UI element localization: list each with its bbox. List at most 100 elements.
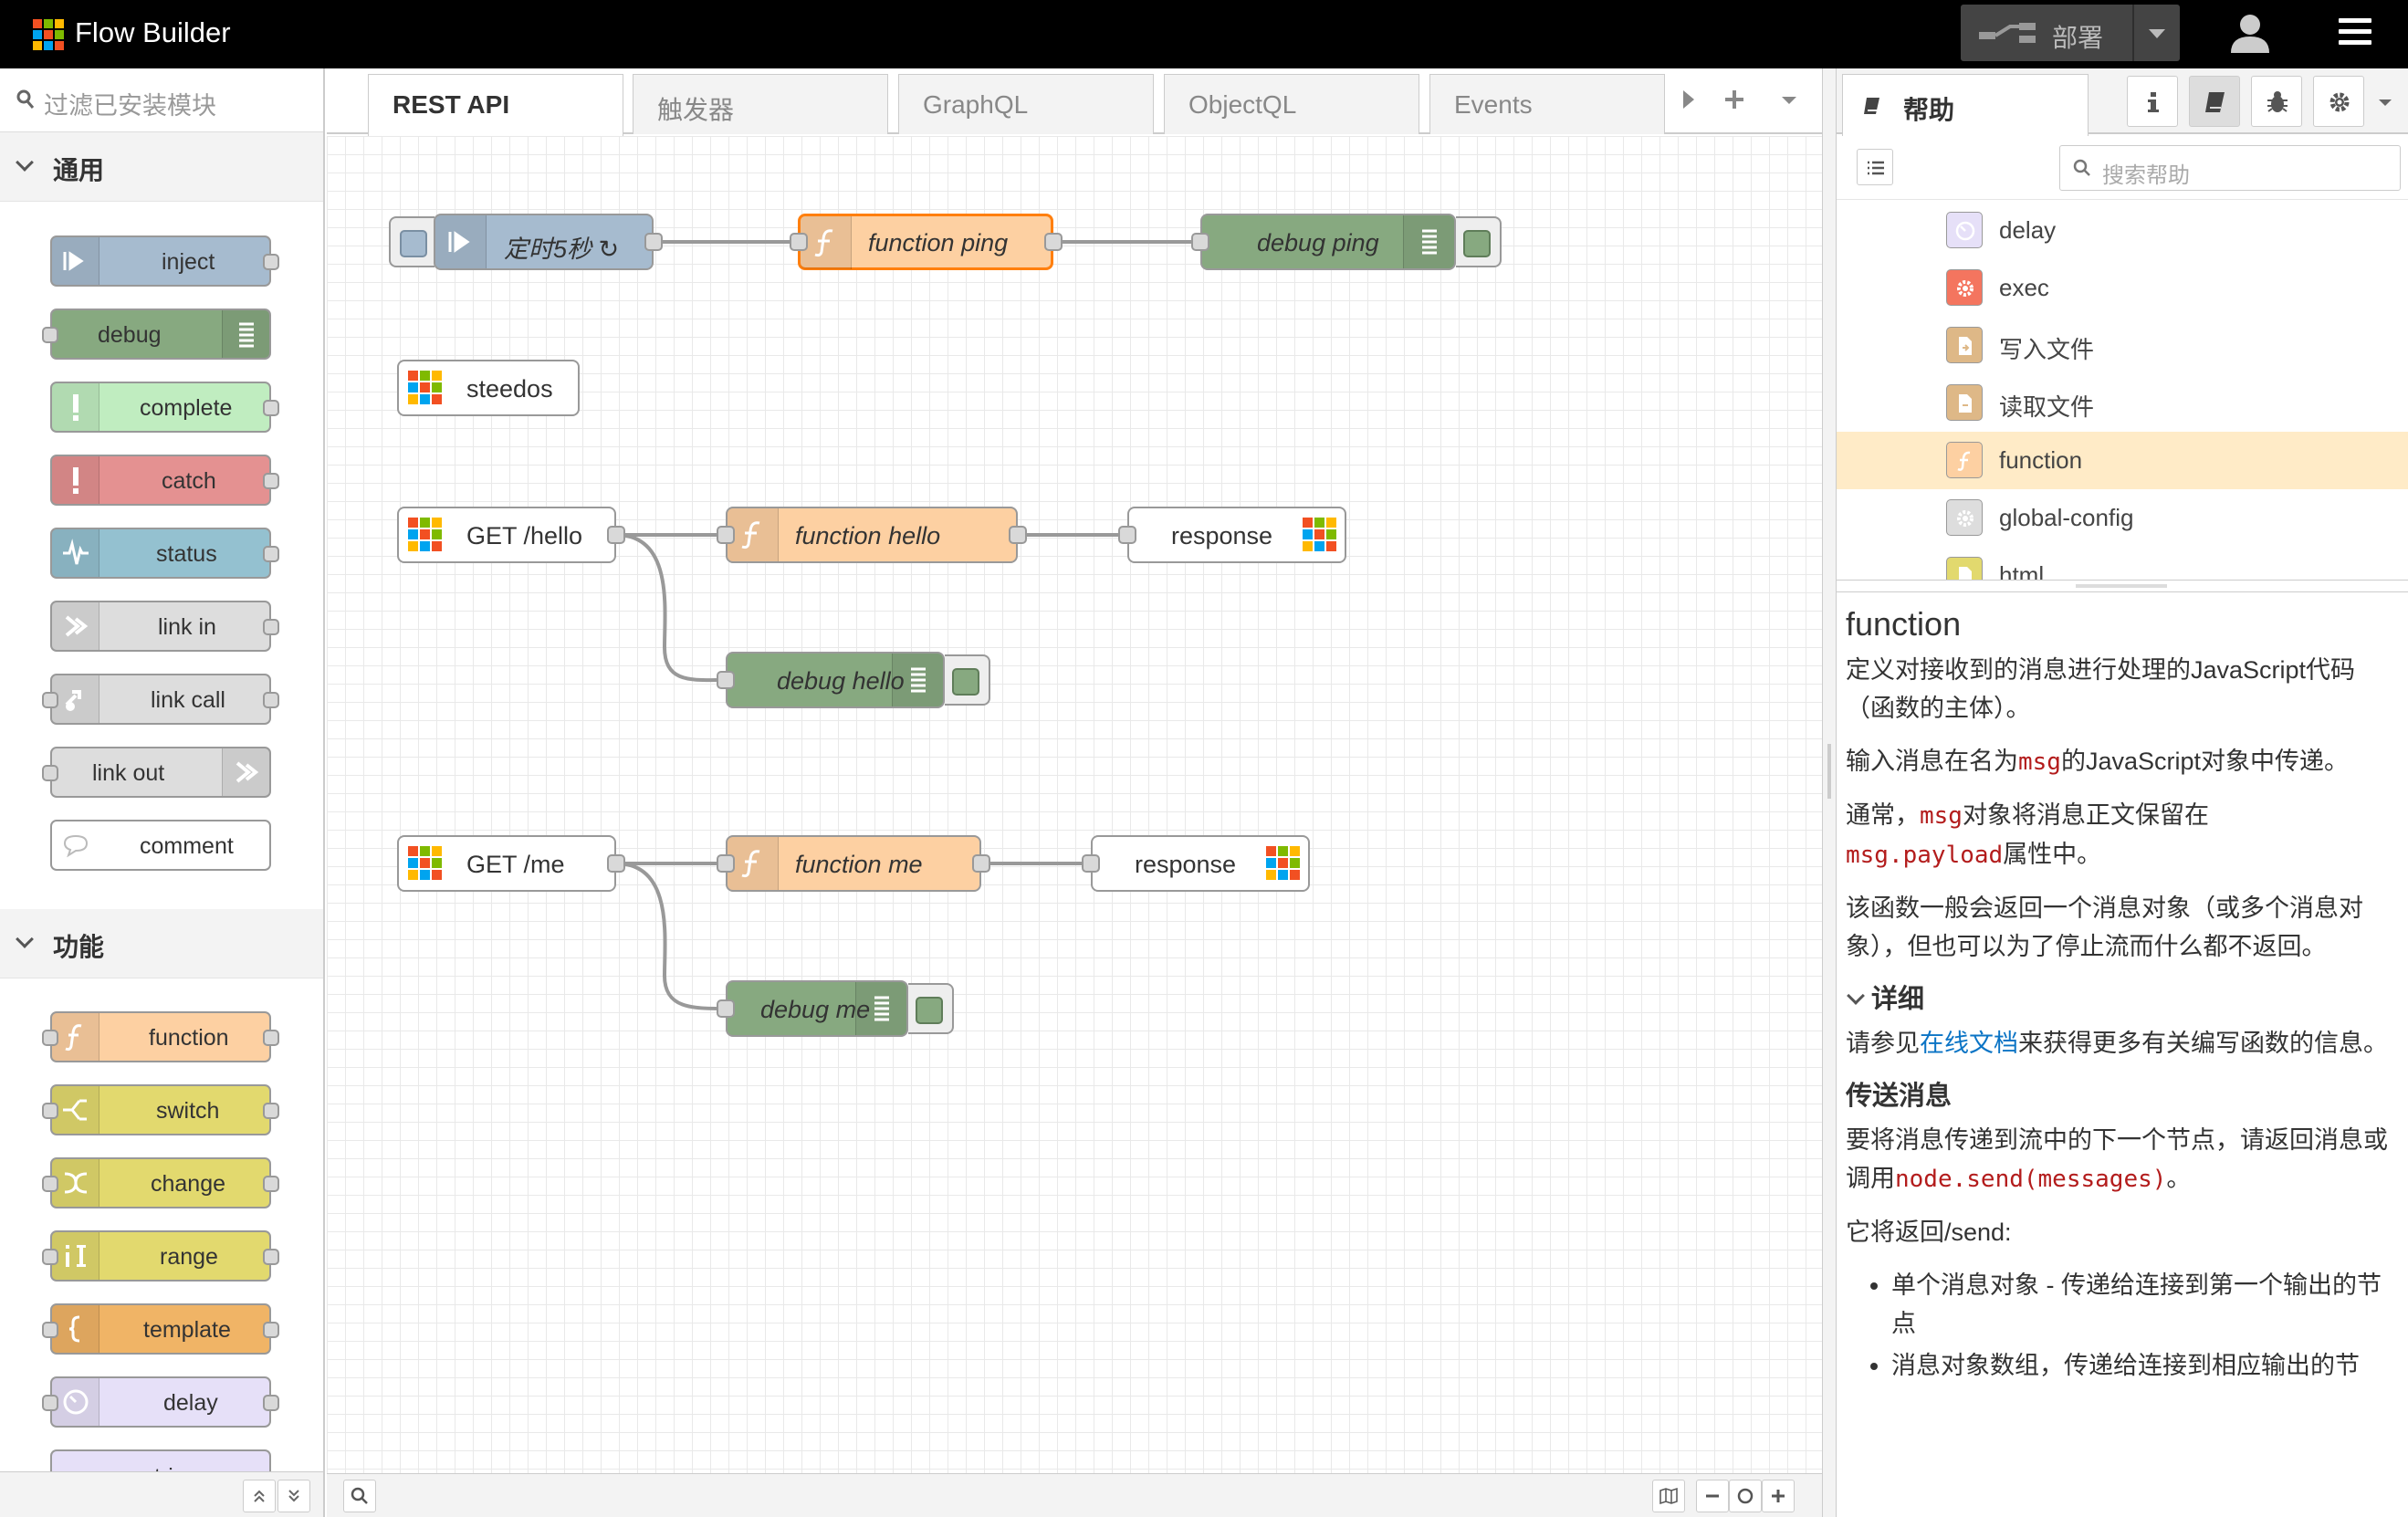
palette-node-delay[interactable]: delay [50, 1376, 271, 1428]
palette-filter[interactable]: 过滤已安装模块 [0, 68, 323, 132]
debug-list-icon [1403, 215, 1454, 268]
tree-item-file-in[interactable]: 读取文件 [1837, 374, 2408, 432]
flow-node-function-hello[interactable]: function hello [726, 507, 1018, 563]
palette-node-label: range [160, 1244, 218, 1270]
palette-node-inject[interactable]: inject [50, 235, 271, 287]
deploy-button[interactable]: 部署 [1961, 5, 2180, 61]
search-flows-button[interactable] [343, 1480, 376, 1512]
tab-help[interactable]: 帮助 [1842, 74, 2089, 136]
deploy-menu-chevron-icon[interactable] [2149, 29, 2165, 38]
palette-node-comment[interactable]: comment [50, 820, 271, 871]
palette-node-catch[interactable]: catch [50, 455, 271, 506]
navigator-button[interactable] [1652, 1480, 1685, 1512]
info-tab-button[interactable] [2127, 76, 2178, 127]
tree-item-label: global-config [1999, 504, 2134, 531]
palette-node-switch[interactable]: switch [50, 1084, 271, 1135]
tab-list-chevron-icon[interactable] [1771, 81, 1807, 118]
details-section-toggle[interactable]: 详细 [1846, 980, 2403, 1019]
main-menu-icon[interactable] [2339, 18, 2371, 46]
steedos-logo-icon [408, 846, 443, 881]
palette-node-function[interactable]: function [50, 1011, 271, 1062]
palette-node-link-out[interactable]: link out [50, 747, 271, 798]
steedos-logo-icon [408, 518, 443, 552]
inject-trigger-button[interactable] [389, 216, 434, 267]
config-tab-button[interactable] [2313, 76, 2364, 127]
flow-node-debug-hello[interactable]: debug hello [726, 652, 945, 708]
debug-toggle-button[interactable] [945, 654, 990, 706]
app-header: Flow Builder 部署 [0, 0, 2408, 68]
function-icon [52, 1013, 99, 1061]
tree-item-html[interactable]: html [1837, 547, 2408, 580]
palette-filter-input[interactable]: 过滤已安装模块 [44, 86, 216, 121]
user-icon[interactable] [2227, 11, 2273, 57]
map-icon [1659, 1487, 1678, 1505]
flow-node-inject[interactable]: 定时5秒 ↻ [434, 214, 654, 270]
palette-node-label: catch [162, 468, 216, 494]
sidebar-menu-chevron-icon[interactable] [2373, 90, 2397, 114]
help-search-input[interactable]: 搜索帮助 [2059, 145, 2401, 191]
debug-toggle-button[interactable] [1456, 216, 1502, 267]
steedos-logo-icon [1303, 518, 1337, 552]
tab-events[interactable]: Events [1429, 74, 1665, 134]
collapse-all-button[interactable] [243, 1480, 276, 1512]
toggle-list-button[interactable] [1857, 149, 1893, 185]
flow-node-get-me[interactable]: GET /me [397, 835, 616, 892]
palette-node-link-in[interactable]: link in [50, 601, 271, 652]
flow-node-function-me[interactable]: function me [726, 835, 981, 892]
tree-item-label: function [1999, 446, 2083, 474]
circle-icon [1737, 1488, 1754, 1504]
cog-icon [1946, 499, 1983, 536]
debug-tab-button[interactable] [2251, 76, 2302, 127]
flow-node-function-ping[interactable]: function ping [798, 214, 1053, 270]
expand-all-button[interactable] [277, 1480, 310, 1512]
sidebar-resize-handle[interactable] [1822, 68, 1837, 1517]
inject-icon [435, 215, 487, 268]
palette-node-range[interactable]: range [50, 1230, 271, 1282]
bug-icon [2267, 91, 2288, 112]
palette-node-template[interactable]: template [50, 1303, 271, 1355]
tab-rest-api[interactable]: REST API [368, 74, 623, 136]
flow-canvas[interactable]: 定时5秒 ↻ function ping debug ping steedos … [327, 136, 1822, 1473]
zoom-in-button[interactable] [1762, 1480, 1795, 1512]
palette-node-change[interactable]: change [50, 1157, 271, 1208]
tab-graphql[interactable]: GraphQL [898, 74, 1154, 134]
help-list: 单个消息对象 - 传递给连接到第一个输出的节点 消息对象数组，传递给连接到相应输… [1846, 1266, 2403, 1385]
palette-category-common[interactable]: 通用 [0, 132, 323, 202]
debug-toggle-button[interactable] [908, 983, 954, 1034]
flow-node-debug-ping[interactable]: debug ping [1200, 214, 1456, 270]
timer-icon [52, 1378, 99, 1426]
zoom-reset-button[interactable] [1729, 1480, 1762, 1512]
palette-node-debug[interactable]: debug [50, 309, 271, 360]
add-tab-icon[interactable] [1716, 81, 1753, 118]
category-label: 功能 [53, 933, 105, 961]
tab-triggers[interactable]: 触发器 [633, 74, 888, 134]
flow-node-get-hello[interactable]: GET /hello [397, 507, 616, 563]
inject-icon [52, 237, 99, 285]
help-resize-handle[interactable] [1837, 580, 2408, 592]
online-docs-link[interactable]: 在线文档 [1920, 1030, 2018, 1057]
palette-node-status[interactable]: status [50, 528, 271, 579]
tree-item-global-config[interactable]: global-config [1837, 489, 2408, 547]
flow-node-response-hello[interactable]: response [1127, 507, 1346, 563]
template-brace-icon [52, 1305, 99, 1353]
flow-node-debug-me[interactable]: debug me [726, 980, 908, 1037]
palette-category-function[interactable]: 功能 [0, 909, 323, 978]
palette-node-label: link out [92, 760, 165, 786]
tree-item-function[interactable]: function [1837, 432, 2408, 489]
tab-objectql[interactable]: ObjectQL [1164, 74, 1419, 134]
sidebar-tabs: 帮助 [1837, 68, 2408, 136]
flow-node-steedos[interactable]: steedos [397, 360, 580, 416]
flow-node-response-me[interactable]: response [1091, 835, 1310, 892]
tree-item-label: exec [1999, 274, 2049, 301]
link-out-icon [222, 748, 269, 796]
tree-item-delay[interactable]: delay [1837, 202, 2408, 259]
scroll-tabs-right-icon[interactable] [1670, 81, 1707, 118]
zoom-out-button[interactable] [1696, 1480, 1729, 1512]
palette-node-complete[interactable]: complete [50, 382, 271, 433]
tree-item-file-out[interactable]: 写入文件 [1837, 317, 2408, 374]
node-label: function hello [795, 522, 941, 549]
help-tab-button[interactable] [2189, 76, 2240, 127]
tree-item-exec[interactable]: exec [1837, 259, 2408, 317]
palette-node-link-call[interactable]: link call [50, 674, 271, 725]
link-in-icon [52, 602, 99, 650]
